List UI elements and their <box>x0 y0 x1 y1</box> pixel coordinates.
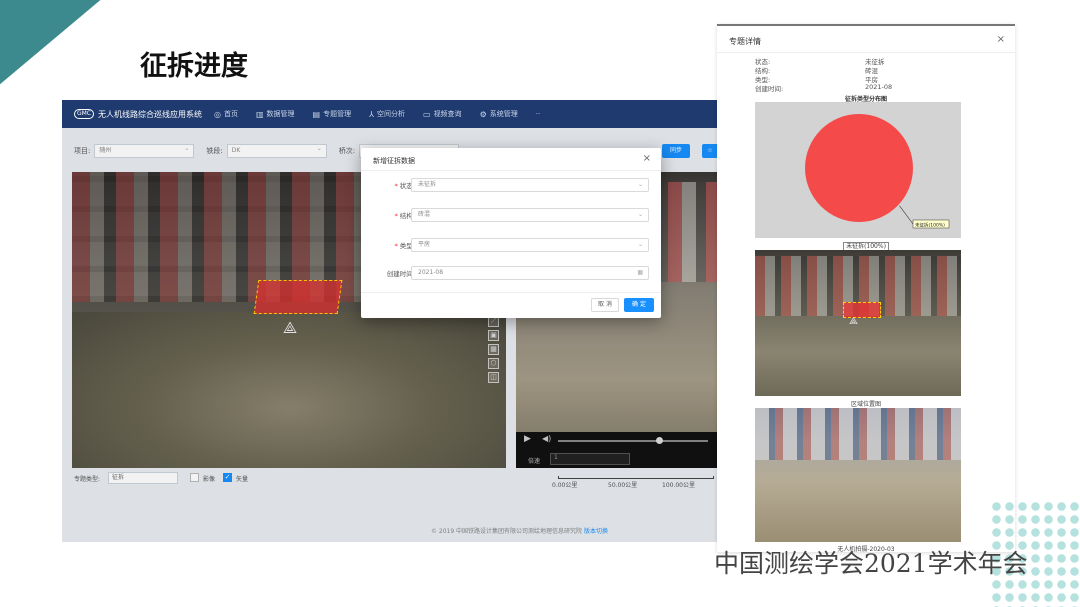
slice-label: 未征拆(100%) <box>899 205 950 229</box>
analysis-icon: ⅄ <box>369 109 374 119</box>
close-icon[interactable]: × <box>997 34 1005 45</box>
structure-row: * 结构: 砖混 ⌄ <box>361 208 661 222</box>
type-select[interactable]: 平房 ⌄ <box>411 238 649 252</box>
nav-video[interactable]: ▭ 视频查询 <box>423 109 462 119</box>
add-demolition-dialog: 新增征拆数据 × * 状态: 未征拆 ⌄ * 结构: 砖混 ⌄ * 类型: 平房 ⌄ … <box>361 148 661 318</box>
drone-icon: ⟁ <box>849 316 858 327</box>
home-icon: ◎ <box>214 109 221 119</box>
calendar-icon: ▦ <box>637 269 643 276</box>
conference-name: 中国测绘学会2021学术年会 <box>714 549 1028 578</box>
chevron-down-icon: ⌄ <box>637 211 643 218</box>
top-navbar: GMC 无人机线路综合巡线应用系统 ◎ 首页 ▥ 数据管理 ▤ 专题管理 ⅄ 空间分析 … <box>62 100 718 128</box>
nav-analysis[interactable]: ⅄ 空间分析 <box>369 109 405 119</box>
info-row: 创建时间: 2021-08 <box>755 83 893 93</box>
created-time-row: 创建时间: 2021-08 ▦ <box>361 266 661 280</box>
nav-system[interactable]: ⚙ 系统管理 <box>480 109 518 119</box>
video-icon: ▭ <box>423 109 431 119</box>
nav-topic[interactable]: ▤ 专题管理 <box>313 109 352 119</box>
pie-chart-svg: 未征拆(100%) <box>805 114 950 229</box>
svg-text:未征拆(100%): 未征拆(100%) <box>915 222 945 229</box>
structure-select[interactable]: 砖混 ⌄ <box>411 208 649 222</box>
close-icon[interactable]: × <box>643 153 651 164</box>
region-location-image[interactable]: ⟁ <box>755 250 961 396</box>
nav-home[interactable]: ◎ 首页 <box>214 109 238 119</box>
created-time-picker[interactable]: 2021-08 ▦ <box>411 266 649 280</box>
panel-title: 专题详情 <box>729 37 761 46</box>
image-caption: 区域位置图 <box>850 401 881 408</box>
pie-slice <box>805 114 913 222</box>
slide-title: 征拆进度 <box>140 51 248 82</box>
status-select[interactable]: 未征拆 ⌄ <box>411 178 649 192</box>
nav-data[interactable]: ▥ 数据管理 <box>256 109 295 119</box>
logo: GMC <box>74 109 94 119</box>
status-row: * 状态: 未征拆 ⌄ <box>361 178 661 192</box>
chart-icon: ▥ <box>255 109 264 119</box>
confirm-button[interactable]: 确 定 <box>624 298 654 312</box>
chart-legend: 未征拆(100%) <box>717 241 1015 251</box>
topic-detail-panel: 专题详情 × 状态: 未征拆 结构: 砖混 类型: 平房 创建时间: 2021-08 征… <box>717 24 1015 552</box>
chevron-down-icon: ⌄ <box>637 241 643 248</box>
dialog-title: 新增征拆数据 <box>373 157 415 165</box>
chevron-down-icon: ⌄ <box>637 181 643 188</box>
settings-icon: ⚙ <box>479 109 487 119</box>
cancel-button[interactable]: 取 消 <box>591 298 619 312</box>
pie-chart: 未征拆(100%) <box>755 102 961 238</box>
type-row: * 类型: 平房 ⌄ <box>361 238 661 252</box>
nav-more[interactable]: ·· <box>536 110 540 118</box>
slide: 征拆进度 GMC 无人机线路综合巡线应用系统 ◎ 首页 ▥ 数据管理 ▤ 专题管理 ⅄… <box>0 0 1080 607</box>
app-name: 无人机线路综合巡线应用系统 <box>98 109 202 119</box>
doc-icon: ▤ <box>312 109 321 119</box>
app-window: GMC 无人机线路综合巡线应用系统 ◎ 首页 ▥ 数据管理 ▤ 专题管理 ⅄ 空间分析 … <box>62 100 718 542</box>
drone-photo[interactable] <box>755 408 961 542</box>
